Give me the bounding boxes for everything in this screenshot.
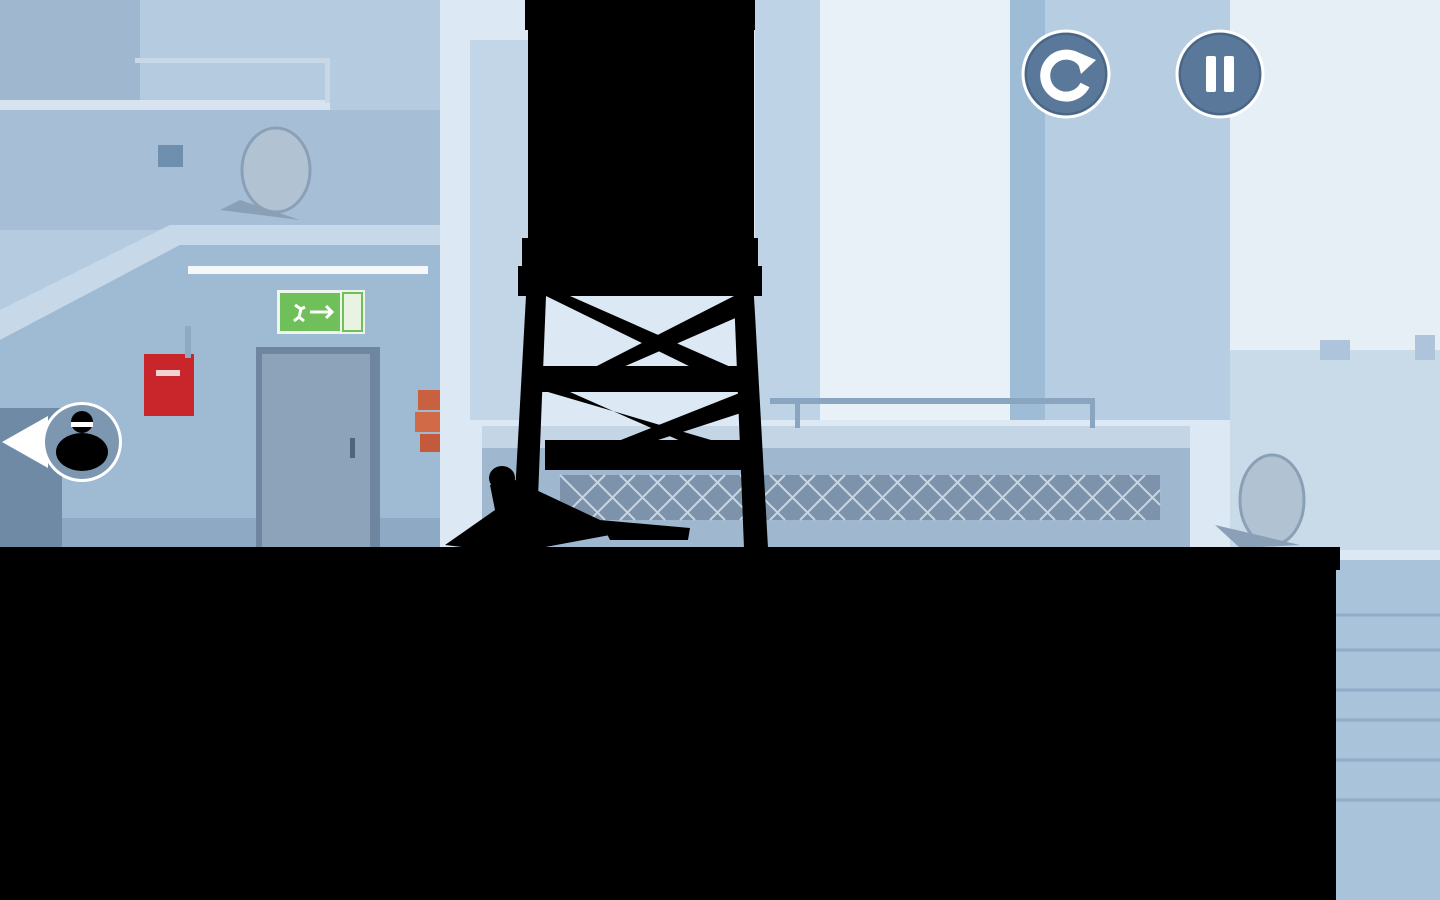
right-building [1330, 560, 1440, 900]
water-tower [512, 0, 768, 548]
exit-sign [277, 290, 365, 334]
chaser-indicator [0, 400, 124, 484]
pause-icon [1175, 29, 1265, 119]
restart-icon [1021, 29, 1111, 119]
hunter-silhouette-icon [2, 402, 122, 482]
pause-button[interactable] [1175, 29, 1265, 119]
door [256, 347, 380, 547]
restart-button[interactable] [1021, 29, 1111, 119]
rooftop-ground [0, 547, 1340, 900]
game-scene [0, 0, 1440, 900]
